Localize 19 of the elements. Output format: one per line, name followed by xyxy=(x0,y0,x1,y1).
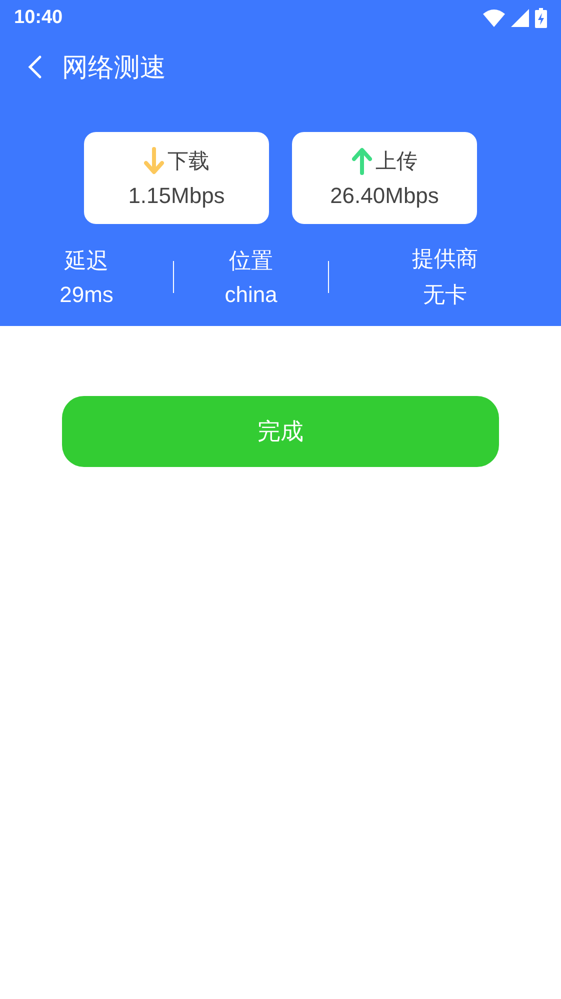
stat-value: 无卡 xyxy=(423,281,467,309)
battery-icon xyxy=(535,8,547,28)
signal-icon xyxy=(511,9,529,27)
speed-value: 1.15Mbps xyxy=(128,183,225,209)
stat-value: 29ms xyxy=(60,282,114,308)
stat-value: china xyxy=(224,282,278,308)
speed-label: 上传 xyxy=(376,148,418,175)
speed-label: 下载 xyxy=(168,148,210,175)
down-arrow-icon xyxy=(144,147,164,175)
stat-label: 提供商 xyxy=(412,246,478,274)
wifi-icon xyxy=(483,9,505,27)
status-time: 10:40 xyxy=(14,7,63,29)
speed-value: 26.40Mbps xyxy=(330,183,439,209)
done-button[interactable]: 完成 xyxy=(62,396,499,467)
page-title: 网络测速 xyxy=(62,52,166,84)
up-arrow-icon xyxy=(352,147,372,175)
stat-label: 延迟 xyxy=(64,248,108,276)
stat-label: 位置 xyxy=(229,248,273,276)
back-icon[interactable] xyxy=(28,55,42,79)
